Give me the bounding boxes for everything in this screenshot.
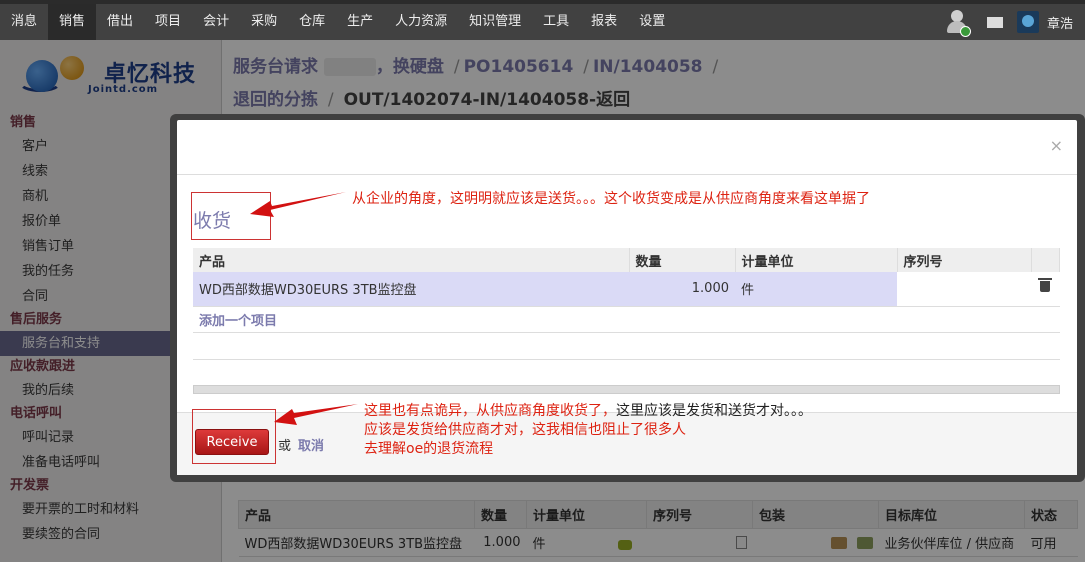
top-menu-item[interactable]: 生产 <box>336 4 384 40</box>
top-menu-item[interactable]: 仓库 <box>288 4 336 40</box>
top-bar: 消息 销售 借出 项目 会计 采购 仓库 生产 人力资源 知识管理 工具 报表 设置 章浩 <box>0 0 1085 40</box>
col-header[interactable]: 数量 <box>629 248 736 272</box>
top-menu-item[interactable]: 借出 <box>96 4 144 40</box>
user-name[interactable]: 章浩 <box>1047 13 1073 32</box>
top-menu-item[interactable]: 项目 <box>144 4 192 40</box>
top-right: 章浩 <box>945 4 1085 40</box>
avatar[interactable] <box>1016 11 1039 33</box>
top-menu: 消息 销售 借出 项目 会计 采购 仓库 生产 人力资源 知识管理 工具 报表 设置 <box>0 4 676 40</box>
horizontal-scrollbar[interactable] <box>193 385 1060 394</box>
cell-qty[interactable]: 1.000 <box>629 272 735 307</box>
close-icon[interactable]: × <box>1050 136 1063 155</box>
top-menu-item[interactable]: 消息 <box>0 4 48 40</box>
or-label: 或 <box>278 439 292 454</box>
annotation-note: 应该是发货给供应商才对，这我相信也阻止了很多人 <box>364 422 686 438</box>
annotation-note: 从企业的角度，这明明就应该是送货。。。这个收货变成是从供应商角度来看这单据了 <box>352 191 870 207</box>
top-menu-item[interactable]: 工具 <box>532 4 580 40</box>
modal-header: × <box>177 120 1077 175</box>
cancel-button[interactable]: 取消 <box>298 435 324 454</box>
top-menu-item[interactable]: 会计 <box>192 4 240 40</box>
annotation-note: 去理解oe的退货流程 <box>364 441 494 457</box>
top-menu-item[interactable]: 设置 <box>628 4 676 40</box>
cell-uom[interactable]: 件 <box>735 272 897 307</box>
mail-icon[interactable] <box>986 16 1003 28</box>
col-header[interactable]: 序列号 <box>897 248 1032 272</box>
col-header[interactable]: 计量单位 <box>735 248 898 272</box>
table-row[interactable]: WD西部数据WD30EURS 3TB监控盘 1.000 件 <box>193 272 1060 307</box>
annotation-note: 这里也有点诡异，从供应商角度收货了，这里应该是发货和送货才对。。。 <box>364 403 812 419</box>
trash-icon[interactable] <box>1038 278 1053 293</box>
receive-lines-table: 产品 数量 计量单位 序列号 WD西部数据WD30EURS 3TB监控盘 1.0… <box>193 248 1060 360</box>
annotation-box <box>192 409 276 464</box>
top-menu-item[interactable]: 采购 <box>240 4 288 40</box>
top-menu-item[interactable]: 销售 <box>48 4 97 40</box>
user-status-icon[interactable] <box>945 9 971 37</box>
annotation-box <box>191 192 271 240</box>
top-menu-item[interactable]: 报表 <box>580 4 628 40</box>
cell-serial[interactable] <box>897 272 1031 307</box>
cell-product[interactable]: WD西部数据WD30EURS 3TB监控盘 <box>193 272 629 307</box>
top-menu-item[interactable]: 人力资源 <box>384 4 458 40</box>
col-header[interactable]: 产品 <box>193 248 630 272</box>
add-item-link[interactable]: 添加一个项目 <box>199 314 277 329</box>
top-menu-item[interactable]: 知识管理 <box>458 4 532 40</box>
